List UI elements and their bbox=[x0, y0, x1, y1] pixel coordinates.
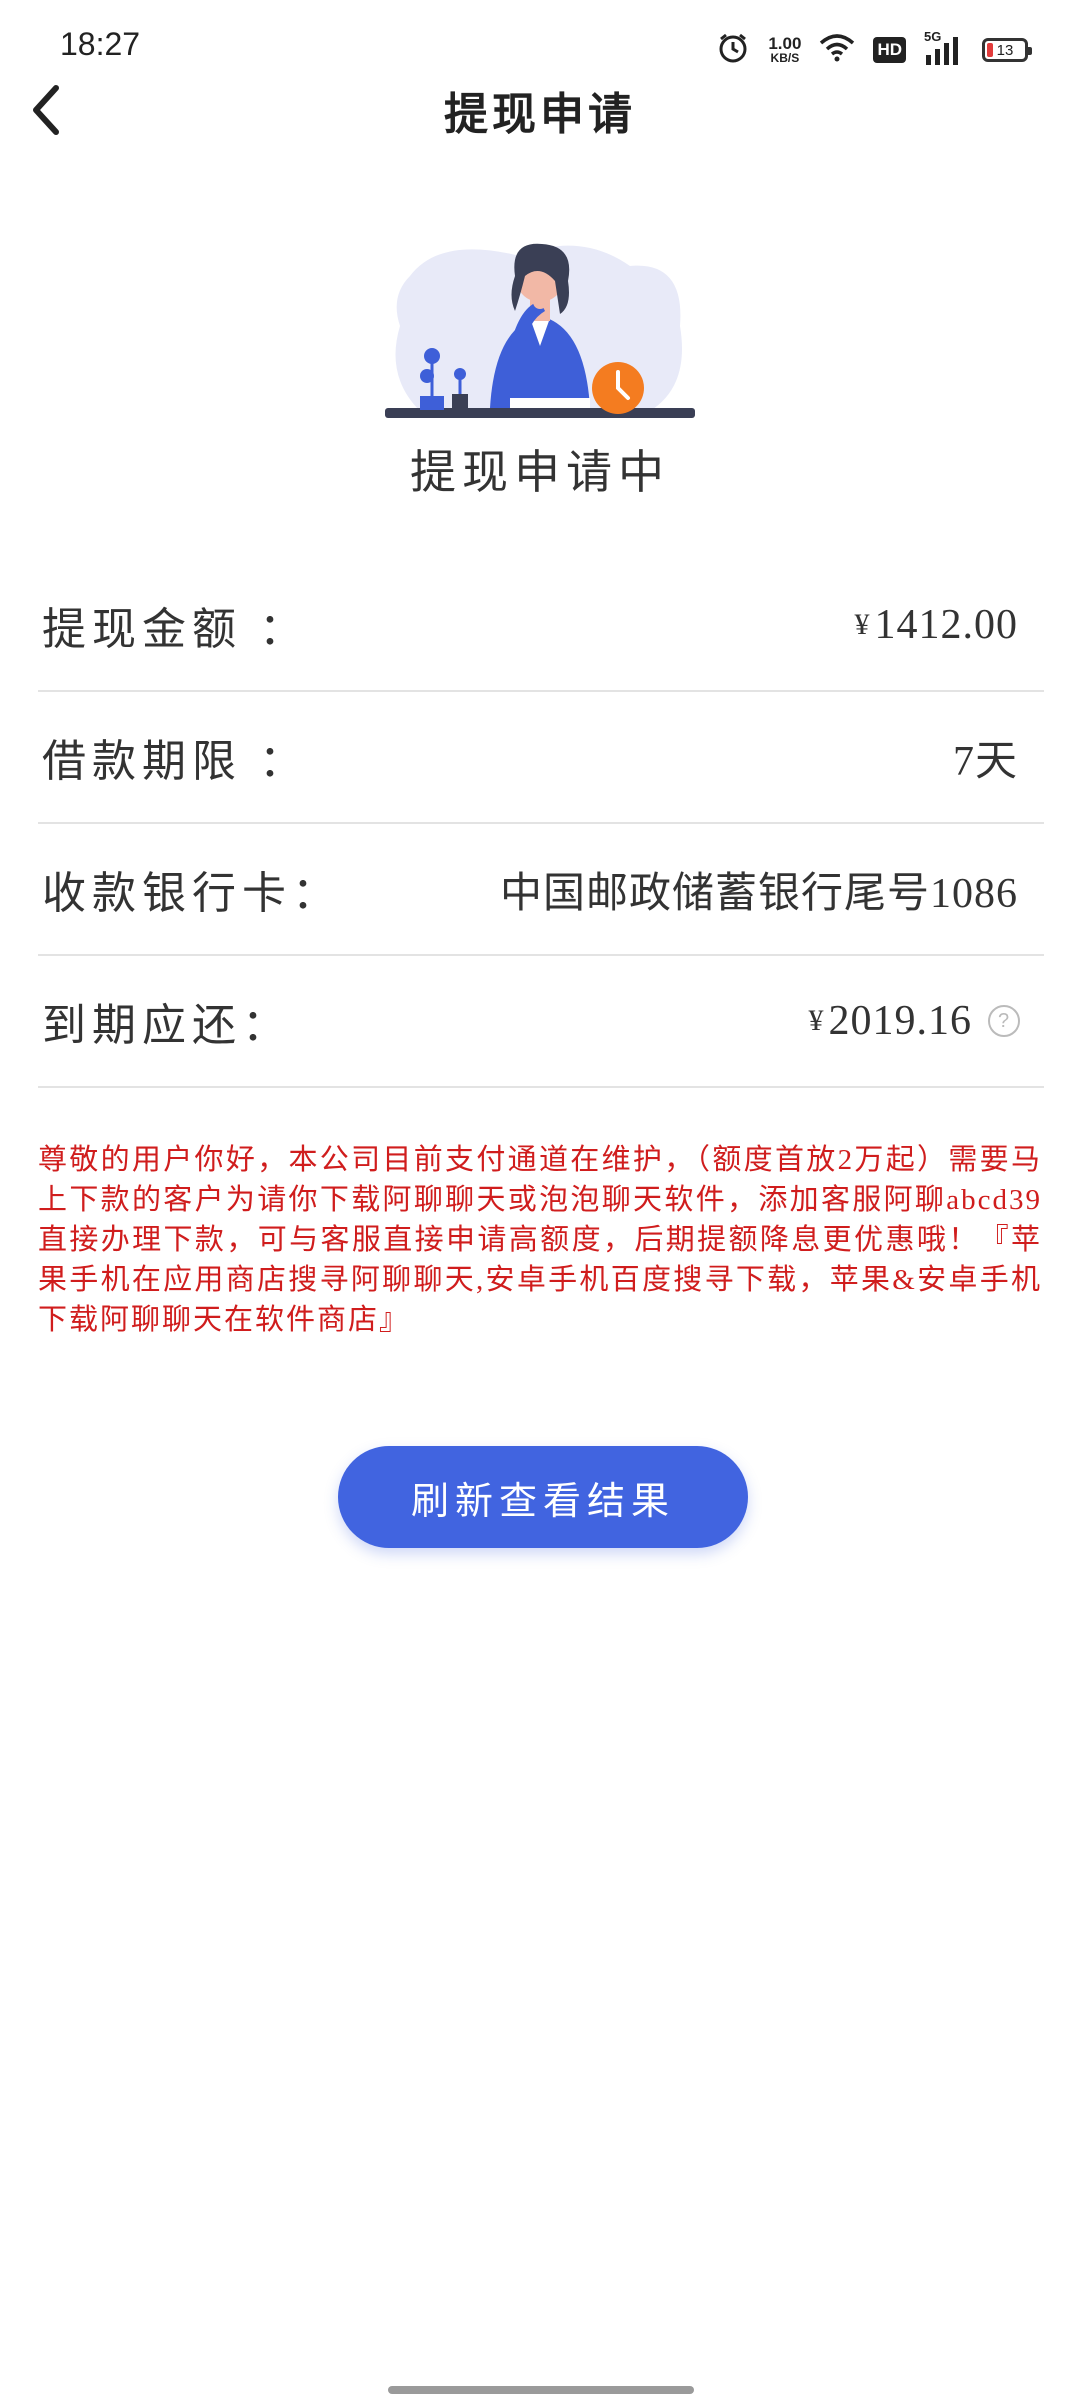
bank-value: 中国邮政储蓄银行尾号1086 bbox=[499, 870, 1018, 917]
withdrawal-info-list: 提现金额 ： ¥ 1412.00 借款期限 ： 7天 收款银行卡： 中国邮政储蓄… bbox=[38, 560, 1044, 1088]
amount-currency: ¥ bbox=[854, 608, 871, 641]
refresh-result-button[interactable]: 刷新查看结果 bbox=[338, 1446, 748, 1548]
waiting-illustration bbox=[380, 236, 700, 426]
battery-level: 13 bbox=[996, 41, 1014, 59]
amount-value: 1412.00 bbox=[874, 602, 1018, 648]
home-indicator[interactable] bbox=[388, 2386, 694, 2394]
term-label: 借款期限 ： bbox=[42, 737, 309, 786]
amount-row: 提现金额 ： ¥ 1412.00 bbox=[38, 560, 1044, 692]
status-icons: 1.00 KB/S HD 5G 13 bbox=[716, 28, 1032, 72]
alarm-icon bbox=[716, 31, 750, 70]
status-time: 18:27 bbox=[60, 26, 141, 62]
due-label: 到期应还： bbox=[42, 1001, 292, 1050]
notice-text: 尊敬的用户你好，本公司目前支付通道在维护，（额度首放2万起）需要马上下款的客户为… bbox=[38, 1144, 1042, 1336]
net-speed-unit: KB/S bbox=[770, 51, 800, 65]
application-status: 提现申请中 bbox=[410, 447, 670, 498]
net-speed-value: 1.00 bbox=[768, 34, 802, 53]
hd-badge: HD bbox=[873, 37, 906, 63]
bank-label: 收款银行卡： bbox=[42, 869, 342, 918]
due-value: 2019.16 bbox=[828, 998, 972, 1044]
due-row: 到期应还： ¥ 2019.16 ? bbox=[38, 956, 1044, 1088]
question-circle-icon[interactable]: ? bbox=[988, 1005, 1020, 1037]
term-value: 7天 bbox=[952, 738, 1018, 785]
due-value-group: ¥ 2019.16 ? bbox=[809, 997, 1045, 1045]
net-speed: 1.00 KB/S bbox=[768, 35, 801, 65]
term-row: 借款期限 ： 7天 bbox=[38, 692, 1044, 824]
bank-row: 收款银行卡： 中国邮政储蓄银行尾号1086 bbox=[38, 824, 1044, 956]
nav-bar: 提现申请 bbox=[0, 72, 1080, 148]
due-currency: ¥ bbox=[808, 1004, 825, 1037]
signal-icon: 5G bbox=[924, 29, 964, 67]
amount-label: 提现金额 ： bbox=[42, 605, 309, 654]
battery-icon: 13 bbox=[982, 38, 1032, 62]
wifi-icon bbox=[819, 33, 855, 68]
amount-value-group: ¥ 1412.00 bbox=[855, 601, 1045, 649]
page-title: 提现申请 bbox=[444, 90, 636, 139]
